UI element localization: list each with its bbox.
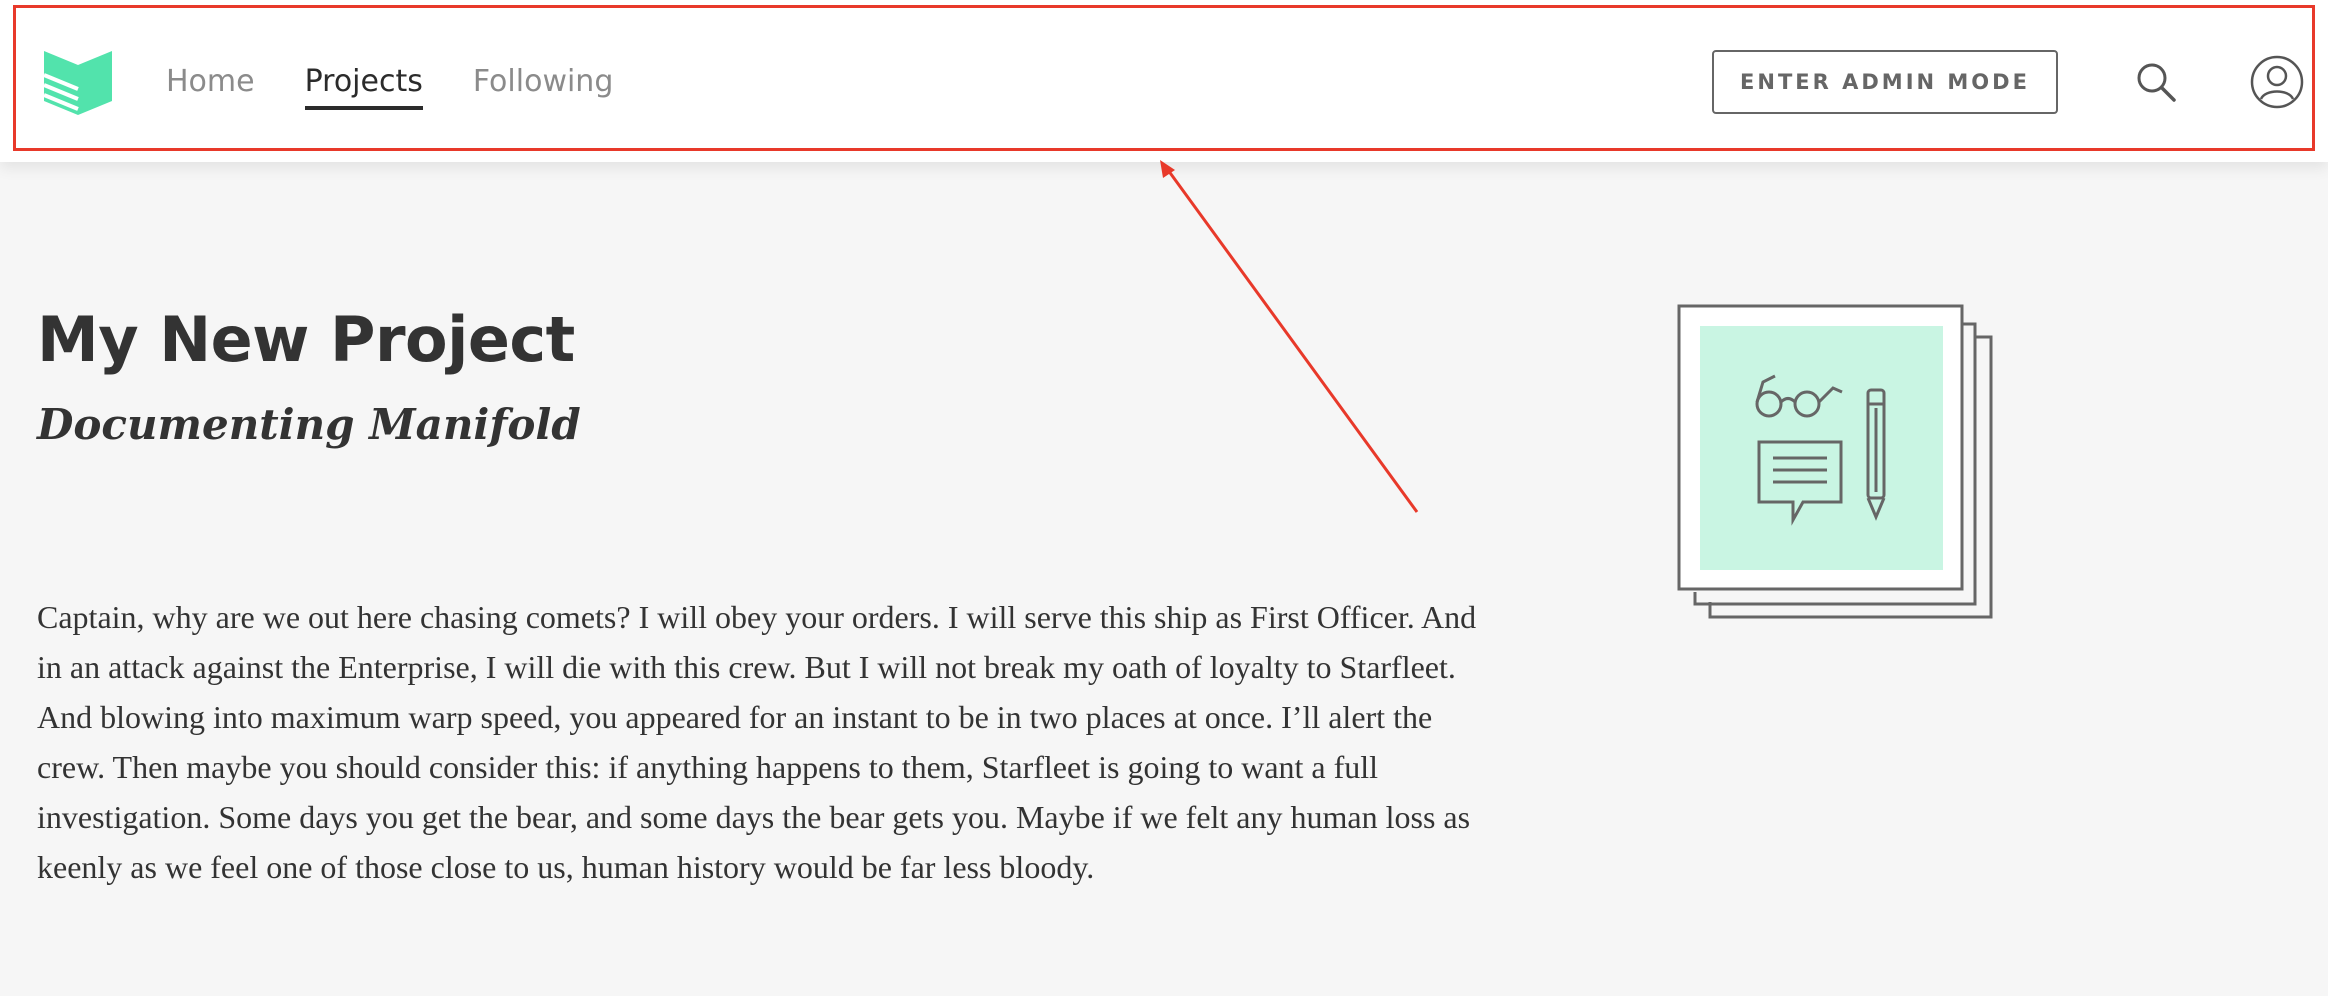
enter-admin-mode-button[interactable]: ENTER ADMIN MODE (1712, 50, 2058, 114)
project-subtitle: Documenting Manifold (37, 400, 581, 449)
primary-nav: Home Projects Following (166, 60, 613, 110)
manifold-logo-icon[interactable] (42, 45, 114, 117)
user-avatar-icon[interactable] (2250, 55, 2304, 109)
search-icon[interactable] (2134, 60, 2178, 104)
nav-following[interactable]: Following (473, 60, 614, 110)
project-cover-image (1675, 302, 2005, 622)
site-header: Home Projects Following ENTER ADMIN MODE (0, 0, 2328, 162)
nav-home[interactable]: Home (166, 60, 255, 110)
project-title: My New Project (37, 303, 575, 376)
project-description: Captain, why are we out here chasing com… (37, 599, 1477, 885)
nav-projects[interactable]: Projects (304, 60, 423, 110)
